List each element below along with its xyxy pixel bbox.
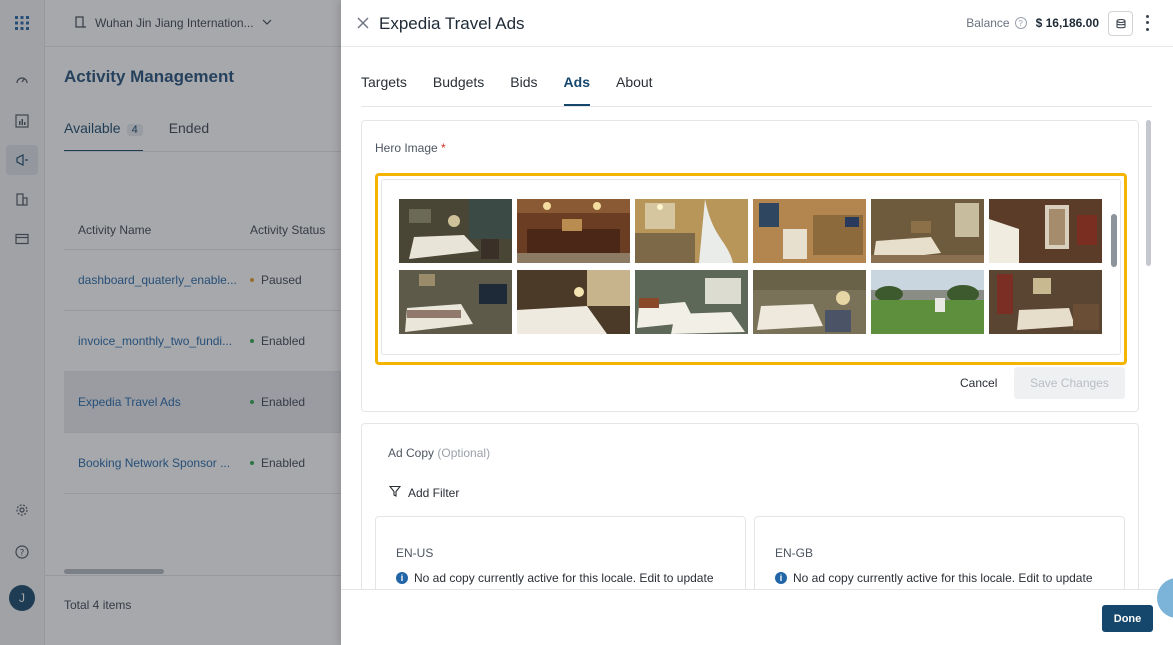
drawer-scrollbar[interactable]	[1146, 120, 1151, 266]
hotel-room-thumbnail[interactable]	[399, 199, 512, 263]
optional-tag: (Optional)	[437, 446, 491, 460]
help-circle-icon[interactable]: ?	[1014, 17, 1027, 29]
locale-card-en-us[interactable]: EN-US i No ad copy currently active for …	[375, 516, 746, 596]
balance-label: Balance	[966, 16, 1010, 30]
cancel-button[interactable]: Cancel	[960, 376, 997, 390]
filter-icon	[388, 485, 402, 500]
image-gallery	[381, 179, 1121, 355]
info-icon: i	[396, 572, 408, 584]
hotel-kitchenette-thumbnail[interactable]	[753, 199, 866, 263]
gallery-scrollbar[interactable]	[1111, 214, 1117, 267]
tab-about[interactable]: About	[616, 74, 653, 106]
balance-display: Balance ? $ 16,186.00	[966, 16, 1099, 30]
ad-copy-label-text: Ad Copy	[388, 446, 435, 460]
info-icon: i	[775, 572, 787, 584]
drawer-header: Expedia Travel Ads Balance ? $ 16,186.00	[341, 0, 1173, 47]
add-filter-label: Add Filter	[408, 485, 460, 500]
locale-message-text: No ad copy currently active for this loc…	[793, 571, 1093, 585]
save-changes-button[interactable]: Save Changes	[1014, 367, 1125, 399]
tab-budgets[interactable]: Budgets	[433, 74, 484, 106]
hotel-lobby-thumbnail[interactable]	[517, 199, 630, 263]
hotel-accessible-room-thumbnail[interactable]	[753, 270, 866, 334]
database-icon	[1115, 18, 1126, 28]
locale-message: i No ad copy currently active for this l…	[396, 571, 714, 585]
modal-overlay[interactable]	[0, 0, 341, 645]
locale-message-text: No ad copy currently active for this loc…	[414, 571, 714, 585]
done-button[interactable]: Done	[1102, 605, 1153, 632]
hero-image-label-text: Hero Image	[375, 141, 438, 155]
hotel-suite-thumbnail[interactable]	[871, 199, 984, 263]
hotel-exterior-thumbnail[interactable]	[871, 270, 984, 334]
drawer-footer: Done	[341, 589, 1173, 645]
locale-card-en-gb[interactable]: EN-GB i No ad copy currently active for …	[754, 516, 1125, 596]
add-filter-button[interactable]: Add Filter	[388, 485, 460, 500]
hotel-corridor-room-thumbnail[interactable]	[989, 199, 1102, 263]
ad-copy-label: Ad Copy (Optional)	[388, 446, 490, 460]
tab-bids[interactable]: Bids	[510, 74, 537, 106]
hero-image-selector	[375, 173, 1127, 365]
hotel-bathroom-thumbnail[interactable]	[635, 199, 748, 263]
locale-code: EN-GB	[775, 546, 814, 560]
drawer-title: Expedia Travel Ads	[379, 14, 525, 33]
tab-targets[interactable]: Targets	[361, 74, 407, 106]
hero-image-label: Hero Image *	[375, 141, 446, 155]
required-asterisk: *	[441, 141, 446, 155]
image-grid	[399, 199, 1102, 334]
close-icon[interactable]	[356, 16, 370, 30]
activity-drawer: Expedia Travel Ads Balance ? $ 16,186.00…	[341, 0, 1173, 645]
locale-message: i No ad copy currently active for this l…	[775, 571, 1093, 585]
hotel-twin-room-thumbnail[interactable]	[635, 270, 748, 334]
hotel-bedroom-thumbnail[interactable]	[517, 270, 630, 334]
balance-amount: $ 16,186.00	[1035, 16, 1099, 30]
ad-copy-card: Ad Copy (Optional) Add Filter EN-US i No…	[361, 423, 1139, 603]
more-menu-icon[interactable]	[1143, 13, 1151, 33]
locale-code: EN-US	[396, 546, 434, 560]
hotel-room-thumbnail[interactable]	[399, 270, 512, 334]
drawer-tabs: Targets Budgets Bids Ads About	[361, 74, 1152, 107]
billing-button[interactable]	[1108, 11, 1133, 36]
hero-image-card: Hero Image * Cancel Save Changes	[361, 120, 1139, 412]
hotel-living-area-thumbnail[interactable]	[989, 270, 1102, 334]
tab-ads[interactable]: Ads	[563, 74, 590, 106]
